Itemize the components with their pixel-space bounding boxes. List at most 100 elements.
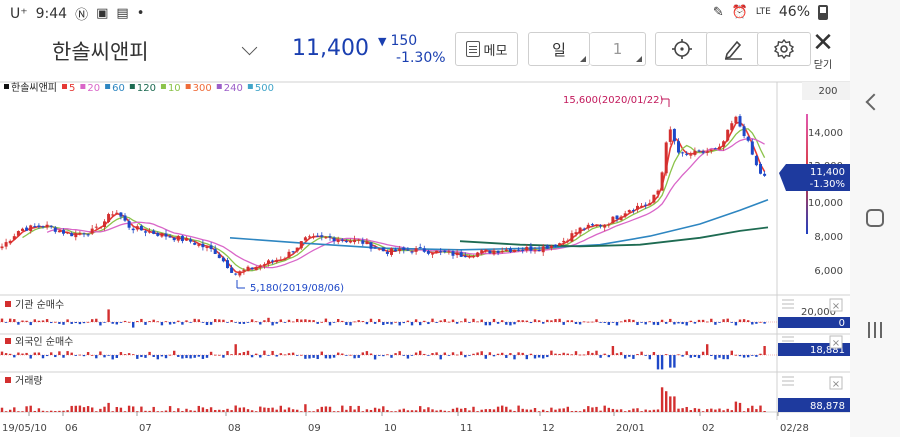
candle-body — [107, 214, 111, 222]
candle-body — [750, 141, 754, 155]
indicator-bar — [123, 354, 127, 355]
candle-body — [603, 224, 607, 228]
institution-value: 0 — [839, 318, 845, 329]
candle-body — [205, 246, 209, 249]
candle-body — [148, 231, 152, 233]
indicator-bar — [193, 355, 196, 358]
crosshair-icon — [672, 39, 692, 59]
memo-button[interactable]: 메모 — [455, 32, 518, 66]
indicator-bar — [706, 344, 709, 355]
indicator-bar — [435, 322, 438, 323]
indicator-bar — [152, 355, 155, 357]
indicator-bar — [193, 410, 196, 412]
indicator-bar — [209, 351, 213, 355]
indicator-bar — [468, 355, 471, 356]
candle-body — [189, 239, 193, 242]
candle-body — [221, 257, 225, 262]
legend-swatch — [160, 84, 166, 89]
indicator-bar — [189, 355, 192, 359]
indicator-bar — [37, 408, 41, 412]
candle-body — [29, 225, 33, 232]
indicator-bar — [201, 322, 205, 323]
indicator-bar — [353, 355, 356, 359]
indicator-bar — [648, 355, 651, 360]
indicator-bar — [722, 319, 725, 322]
draw-button[interactable] — [706, 32, 760, 66]
candle-body — [98, 227, 102, 229]
axis-top-value: 200 — [818, 86, 837, 97]
indicator-bar — [706, 321, 709, 323]
indicator-bar — [86, 321, 90, 323]
candle-body — [21, 228, 24, 231]
indicator-bar — [316, 355, 319, 360]
home-icon[interactable] — [866, 209, 884, 227]
indicator-bar — [103, 322, 106, 323]
indicator-bar — [308, 411, 311, 413]
current-price-value: 11,400 — [810, 167, 845, 178]
indicator-bar — [615, 322, 619, 326]
candle-body — [246, 266, 250, 272]
indicator-bar — [558, 353, 561, 355]
period-count-input[interactable]: 1 — [590, 32, 646, 66]
indicator-bar — [460, 321, 463, 323]
indicator-bar — [234, 322, 237, 323]
indicator-bar — [747, 408, 750, 412]
settings-button[interactable] — [757, 32, 811, 66]
indicator-bar — [103, 406, 106, 412]
candle-body — [74, 233, 78, 238]
indicator-bar — [50, 410, 53, 412]
indicator-bar — [554, 319, 557, 322]
indicator-bar — [91, 407, 94, 412]
crosshair-button[interactable] — [655, 32, 709, 66]
indicator-bar — [111, 322, 114, 324]
indicator-bar — [185, 355, 188, 359]
indicator-bar — [673, 396, 676, 412]
indicator-bar — [468, 410, 471, 412]
indicator-bar — [697, 319, 701, 322]
candle-body — [390, 248, 393, 255]
indicator-bar — [300, 411, 303, 413]
candle-body — [410, 251, 414, 253]
indicator-bar — [255, 321, 258, 323]
legend-swatch — [185, 84, 191, 89]
indicator-bar — [214, 319, 217, 322]
close-button[interactable]: ✕ 닫기 — [808, 30, 838, 71]
indicator-bar — [263, 350, 266, 355]
indicator-bar — [673, 322, 676, 325]
indicator-bar — [738, 319, 742, 322]
indicator-bar — [665, 322, 668, 324]
indicator-bar — [660, 387, 664, 412]
foreign-close-icon: × — [829, 335, 843, 349]
chevron-down-icon[interactable] — [241, 39, 258, 56]
indicator-bar — [427, 322, 430, 325]
foreign-menu-icon — [782, 336, 794, 342]
indicator-bar — [373, 407, 377, 412]
recent-apps-icon[interactable] — [867, 322, 883, 338]
indicator-bar — [488, 352, 492, 355]
indicator-bar — [115, 407, 118, 412]
indicator-bar — [99, 322, 102, 326]
indicator-bar — [451, 408, 455, 412]
indicator-bar — [603, 353, 606, 355]
stock-chart[interactable]: 한솔씨앤피5206012010300240500 200 14,000 12,0… — [0, 78, 850, 437]
indicator-bar — [628, 319, 631, 322]
clock: 9:44 — [35, 5, 68, 22]
back-icon[interactable] — [865, 93, 883, 111]
moving-average-line — [229, 199, 769, 251]
indicator-bar — [25, 320, 28, 322]
candle-body — [759, 163, 762, 174]
indicator-bar — [197, 405, 200, 412]
candle-body — [94, 226, 98, 228]
candle-body — [525, 246, 529, 251]
period-select[interactable]: 일 — [528, 32, 590, 66]
indicator-bar — [82, 407, 86, 412]
indicator-bar — [656, 322, 660, 326]
indicator-bar — [755, 355, 758, 357]
period-label: 일 — [552, 40, 566, 59]
indicator-bar — [45, 355, 49, 357]
indicator-bar — [328, 322, 332, 326]
indicator-bar — [144, 355, 147, 358]
stock-name[interactable]: 한솔씨앤피 — [52, 36, 149, 66]
candle-body — [344, 241, 348, 243]
candle-body — [320, 235, 324, 237]
